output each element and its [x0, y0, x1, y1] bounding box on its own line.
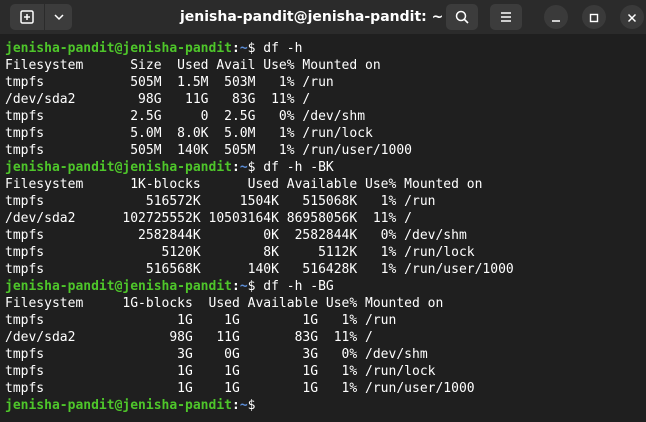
- minimize-button[interactable]: [544, 5, 568, 29]
- text-cursor: [263, 397, 270, 412]
- prompt-line: jenisha-pandit@jenisha-pandit:~$: [5, 397, 643, 414]
- prompt-line: jenisha-pandit@jenisha-pandit:~$ df -h -…: [5, 278, 643, 295]
- chevron-down-icon: [53, 11, 65, 23]
- minimize-icon: [551, 8, 561, 27]
- menu-button[interactable]: [490, 4, 522, 30]
- output-line: tmpfs 1G 1G 1G 1% /run: [5, 313, 397, 328]
- output-line: tmpfs 1G 1G 1G 1% /run/lock: [5, 364, 436, 379]
- prompt-path: ~: [239, 41, 248, 56]
- tab-menu-button[interactable]: [45, 4, 72, 30]
- prompt-separator: :: [231, 160, 240, 175]
- output-line: tmpfs 5.0M 8.0K 5.0M 1% /run/lock: [5, 126, 373, 141]
- prompt-user: jenisha-pandit@jenisha-pandit: [5, 160, 232, 175]
- command-text: $: [247, 398, 264, 413]
- output-line: tmpfs 516568K 140K 516428K 1% /run/user/…: [5, 262, 514, 277]
- command-text: $ df -h -BK: [247, 160, 334, 175]
- prompt-user: jenisha-pandit@jenisha-pandit: [5, 41, 232, 56]
- output-line: Filesystem 1G-blocks Used Available Use%…: [5, 296, 444, 311]
- terminal-window: jenisha-pandit@jenisha-pandit: ~ jenisha…: [0, 0, 646, 422]
- output-line: tmpfs 2.5G 0 2.5G 0% /dev/shm: [5, 109, 366, 124]
- output-line: /dev/sda2 102725552K 10503164K 86958056K…: [5, 211, 412, 226]
- output-line: tmpfs 1G 1G 1G 1% /run/user/1000: [5, 381, 475, 396]
- output-line: tmpfs 5120K 8K 5112K 1% /run/lock: [5, 245, 475, 260]
- command-text: $ df -h: [247, 41, 303, 56]
- prompt-separator: :: [231, 398, 240, 413]
- output-line: Filesystem 1K-blocks Used Available Use%…: [5, 177, 483, 192]
- prompt-separator: :: [231, 41, 240, 56]
- maximize-icon: [589, 8, 599, 27]
- close-icon: [627, 8, 637, 27]
- output-line: /dev/sda2 98G 11G 83G 11% /: [5, 92, 311, 107]
- output-line: tmpfs 505M 1.5M 503M 1% /run: [5, 75, 334, 90]
- prompt-path: ~: [239, 279, 248, 294]
- search-icon: [454, 9, 470, 25]
- prompt-separator: :: [231, 279, 240, 294]
- new-tab-icon: [19, 9, 35, 25]
- output-line: /dev/sda2 98G 11G 83G 11% /: [5, 330, 373, 345]
- window-title: jenisha-pandit@jenisha-pandit: ~: [180, 9, 444, 25]
- command-text: $ df -h -BG: [247, 279, 334, 294]
- new-tab-button[interactable]: [10, 4, 44, 30]
- output-line: tmpfs 3G 0G 3G 0% /dev/shm: [5, 347, 428, 362]
- search-button[interactable]: [446, 4, 478, 30]
- output-line: tmpfs 516572K 1504K 515068K 1% /run: [5, 194, 436, 209]
- terminal-output[interactable]: jenisha-pandit@jenisha-pandit:~$ df -h Fi…: [5, 40, 643, 420]
- prompt-path: ~: [239, 398, 248, 413]
- output-line: tmpfs 505M 140K 505M 1% /run/user/1000: [5, 143, 412, 158]
- prompt-line: jenisha-pandit@jenisha-pandit:~$ df -h -…: [5, 159, 643, 176]
- hamburger-menu-icon: [499, 10, 513, 24]
- prompt-user: jenisha-pandit@jenisha-pandit: [5, 279, 232, 294]
- maximize-button[interactable]: [582, 5, 606, 29]
- output-line: Filesystem Size Used Avail Use% Mounted …: [5, 58, 381, 73]
- close-button[interactable]: [620, 5, 644, 29]
- prompt-user: jenisha-pandit@jenisha-pandit: [5, 398, 232, 413]
- title-bar: jenisha-pandit@jenisha-pandit: ~: [0, 0, 646, 34]
- prompt-path: ~: [239, 160, 248, 175]
- output-line: tmpfs 2582844K 0K 2582844K 0% /dev/shm: [5, 228, 467, 243]
- prompt-line: jenisha-pandit@jenisha-pandit:~$ df -h: [5, 40, 643, 57]
